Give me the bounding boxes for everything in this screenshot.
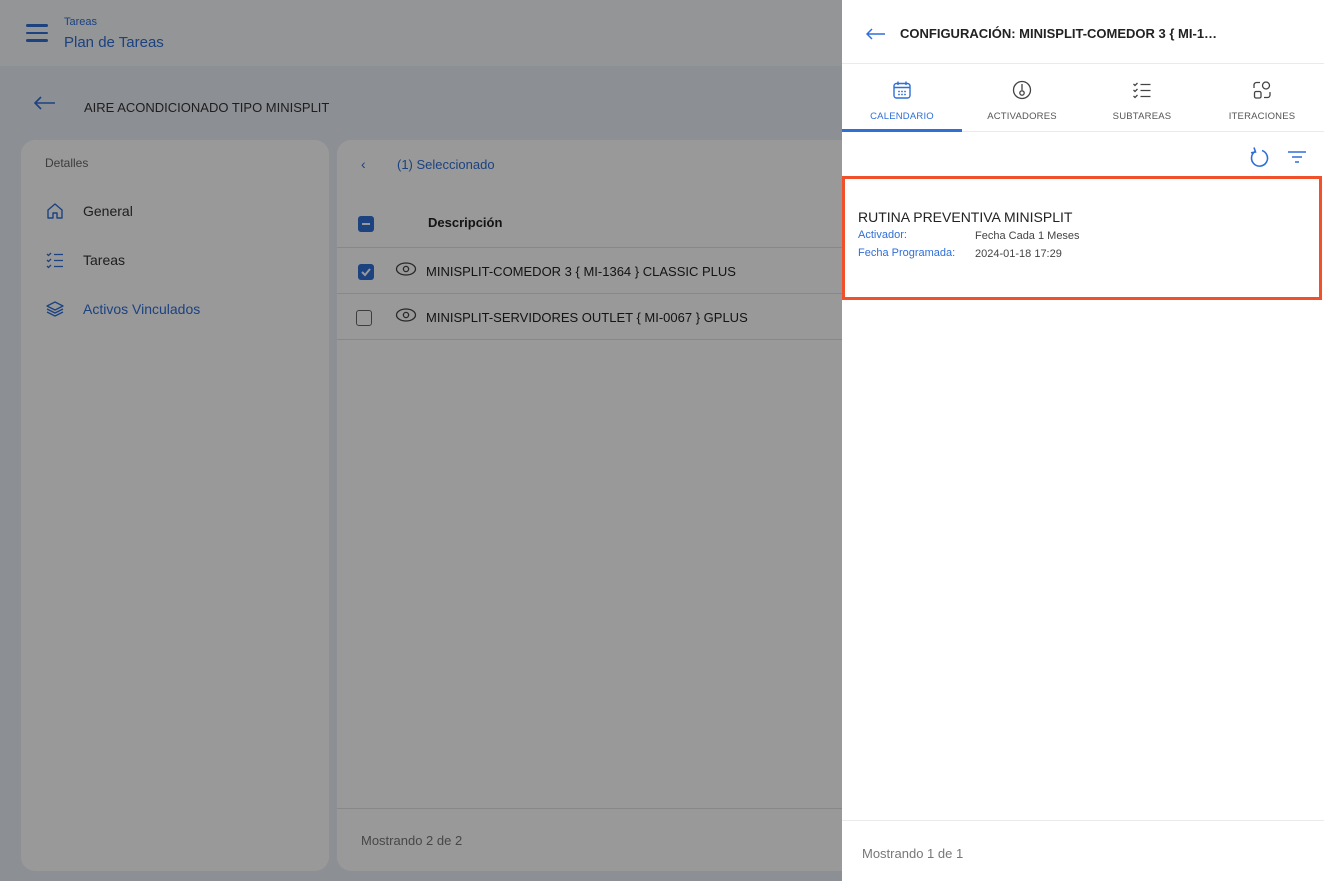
tab-label: ACTIVADORES — [987, 111, 1057, 122]
back-arrow-icon[interactable] — [866, 28, 886, 40]
trigger-icon — [1012, 80, 1032, 100]
checklist-icon — [1133, 82, 1151, 99]
tab-iteraciones[interactable]: ITERACIONES — [1202, 64, 1322, 132]
active-tab-indicator — [842, 129, 962, 132]
filter-icon[interactable] — [1286, 146, 1308, 168]
activator-value: Fecha Cada 1 Meses — [975, 230, 1080, 242]
tab-subtareas[interactable]: SUBTAREAS — [1082, 64, 1202, 132]
refresh-icon[interactable] — [1248, 146, 1270, 168]
tab-label: ITERACIONES — [1228, 111, 1296, 122]
tab-label: SUBTAREAS — [1112, 111, 1172, 122]
drawer-title: CONFIGURACIÓN: MINISPLIT-COMEDOR 3 { MI-… — [900, 26, 1218, 41]
drawer-footer: Mostrando 1 de 1 — [842, 820, 1324, 881]
configuration-drawer: CONFIGURACIÓN: MINISPLIT-COMEDOR 3 { MI-… — [842, 0, 1324, 881]
scheduled-date-value: 2024-01-18 17:29 — [975, 248, 1062, 260]
scheduled-date-label: Fecha Programada: — [858, 247, 956, 259]
tab-activadores[interactable]: ACTIVADORES — [962, 64, 1082, 132]
tab-calendario[interactable]: CALENDARIO — [842, 64, 962, 132]
iterations-icon — [1253, 81, 1271, 99]
activator-label: Activador: — [858, 229, 907, 241]
calendar-icon — [893, 81, 911, 99]
task-card[interactable]: RUTINA PREVENTIVA MINISPLIT Activador: F… — [842, 176, 1322, 300]
tab-label: CALENDARIO — [870, 111, 934, 122]
drawer-header: CONFIGURACIÓN: MINISPLIT-COMEDOR 3 { MI-… — [842, 0, 1324, 64]
pagination-count: Mostrando 1 de 1 — [862, 846, 964, 861]
task-title: RUTINA PREVENTIVA MINISPLIT — [858, 209, 1073, 225]
drawer-tabs: CALENDARIO ACTIVADORES SUBTAREAS ITERACI… — [842, 64, 1324, 132]
